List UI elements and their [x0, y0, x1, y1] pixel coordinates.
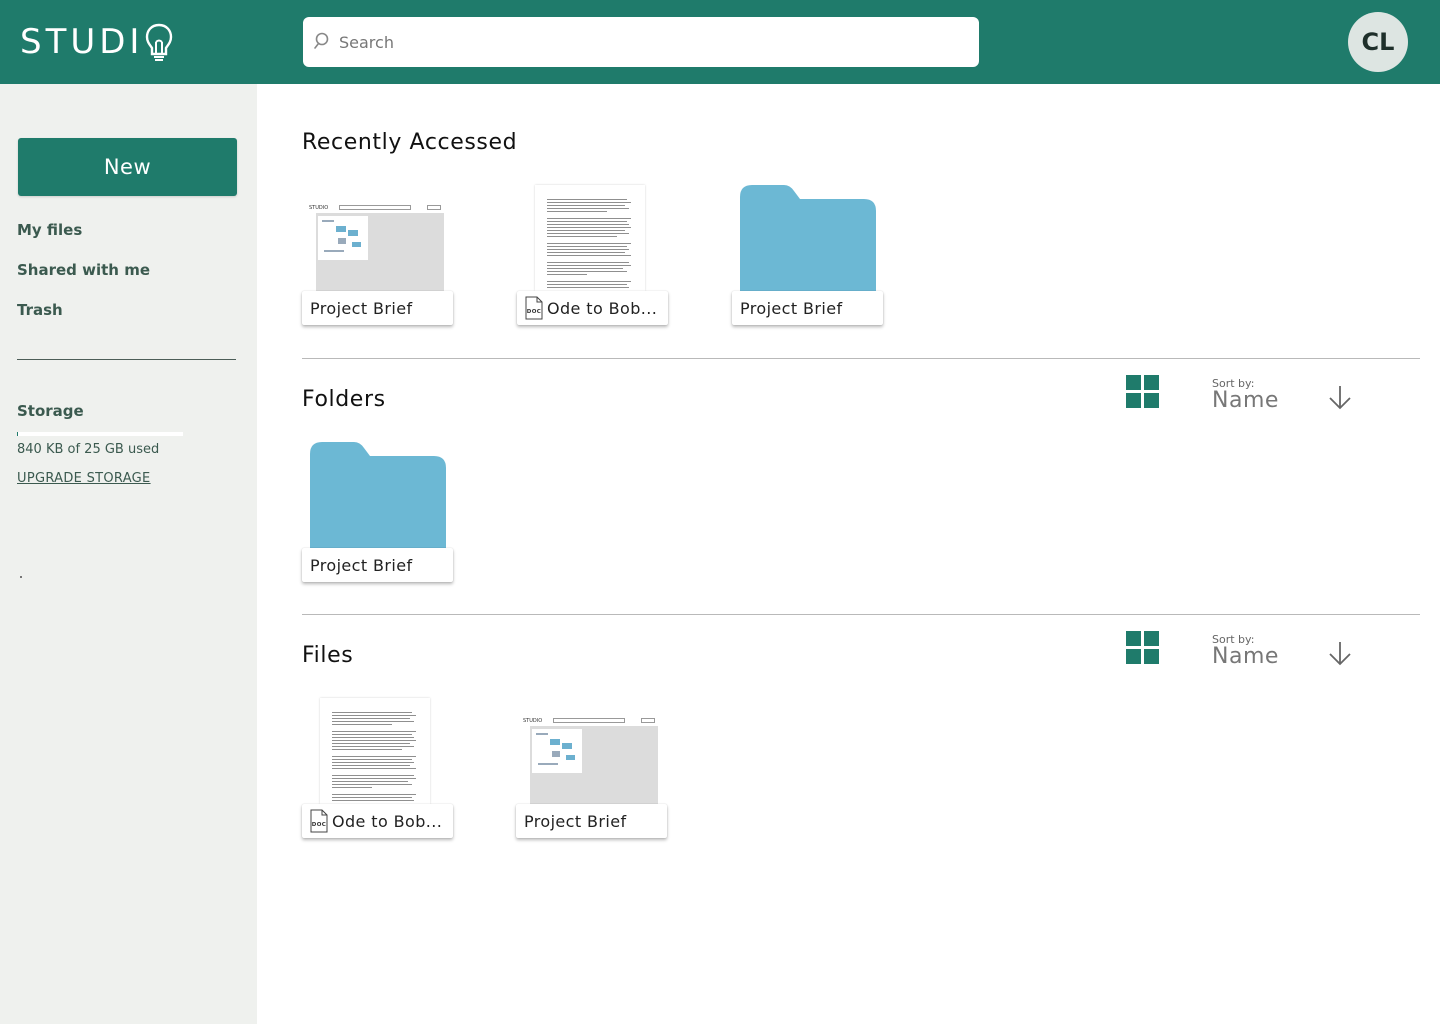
thumbnail-brand-text: STUDIO: [309, 205, 329, 211]
file-name: Project Brief: [524, 811, 627, 831]
search-icon: [314, 32, 329, 49]
sidebar-item-trash[interactable]: Trash: [17, 301, 63, 319]
folder-name-label: Project Brief: [732, 291, 883, 325]
grid-view-icon[interactable]: [1126, 375, 1159, 408]
top-bar: STUDI CL: [0, 0, 1440, 84]
stray-mark: [20, 576, 22, 578]
sort-direction-arrow-icon[interactable]: [1328, 384, 1352, 412]
sidebar-divider: [17, 359, 236, 360]
file-name: Project Brief: [310, 298, 413, 318]
folder-icon: [740, 185, 876, 291]
section-divider: [302, 358, 1420, 359]
file-thumbnail: STUDIO: [521, 716, 658, 804]
thumbnail-brand-text: STUDIO: [523, 718, 543, 724]
doc-badge-text: DOC: [312, 822, 326, 828]
sidebar: New My files Shared with me Trash Storag…: [0, 84, 257, 1024]
file-name-label: Project Brief: [516, 804, 667, 838]
sidebar-item-shared-with-me[interactable]: Shared with me: [17, 261, 150, 279]
studio-logo[interactable]: STUDI: [20, 22, 174, 62]
search-input[interactable]: [339, 17, 959, 67]
sidebar-item-my-files[interactable]: My files: [17, 221, 82, 239]
folder-icon: [310, 442, 446, 548]
file-name-label: DOC Ode to Bob...: [517, 291, 668, 325]
doc-file-icon: DOC: [525, 296, 543, 320]
doc-file-icon: DOC: [310, 809, 328, 833]
file-name: Ode to Bob...: [332, 811, 443, 831]
file-name-label: DOC Ode to Bob...: [302, 804, 453, 838]
folder-name: Project Brief: [310, 555, 413, 575]
recently-accessed-title: Recently Accessed: [302, 130, 518, 155]
user-avatar[interactable]: CL: [1348, 12, 1408, 72]
upgrade-storage-link[interactable]: UPGRADE STORAGE: [17, 471, 151, 486]
doc-badge-text: DOC: [527, 309, 541, 315]
document-thumbnail: [320, 698, 430, 804]
storage-used-text: 840 KB of 25 GB used: [17, 442, 160, 457]
sort-direction-arrow-icon[interactable]: [1328, 640, 1352, 668]
file-name: Ode to Bob...: [547, 298, 658, 318]
folder-name-label: Project Brief: [302, 548, 453, 582]
folder-name: Project Brief: [740, 298, 843, 318]
document-thumbnail: [535, 185, 645, 291]
section-divider: [302, 614, 1420, 615]
file-name-label: Project Brief: [302, 291, 453, 325]
file-thumbnail: STUDIO: [307, 203, 444, 291]
storage-progress-bar: [17, 432, 183, 436]
storage-title: Storage: [17, 402, 84, 420]
new-button[interactable]: New: [18, 138, 237, 196]
grid-view-icon[interactable]: [1126, 631, 1159, 664]
lightbulb-icon: [146, 23, 173, 61]
folders-title: Folders: [302, 387, 386, 412]
logo-text: STUDI: [20, 22, 144, 62]
sort-by-value[interactable]: Name: [1212, 644, 1279, 669]
files-title: Files: [302, 643, 354, 668]
search-bar[interactable]: [303, 17, 979, 67]
storage-progress-fill: [17, 432, 18, 436]
sort-by-value[interactable]: Name: [1212, 388, 1279, 413]
